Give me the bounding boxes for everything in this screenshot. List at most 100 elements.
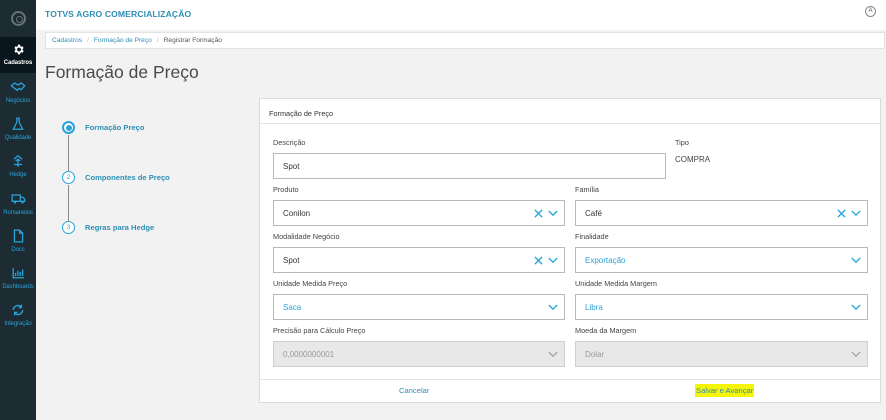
breadcrumb-formacao-preco[interactable]: Formação de Preço — [94, 37, 152, 44]
bar-chart-icon — [9, 265, 27, 281]
precisao-label: Precisão para Cálculo Preço — [273, 326, 366, 335]
unidade-preco-value: Saca — [283, 302, 302, 312]
sidebar-item-integracao[interactable]: Integração — [0, 298, 36, 334]
select-actions — [534, 248, 558, 272]
select-actions — [837, 201, 861, 225]
familia-label: Família — [575, 185, 599, 194]
breadcrumb: Cadastros / Formação de Preço / Registra… — [45, 32, 885, 49]
chevron-down-icon[interactable] — [548, 257, 558, 264]
chevron-down-icon[interactable] — [851, 210, 861, 217]
sidebar-item-dashboards[interactable]: Dashboards — [0, 261, 36, 297]
select-actions — [851, 248, 861, 272]
sidebar-item-label: Hedge — [9, 172, 27, 178]
produto-value: Conilon — [283, 208, 311, 218]
form-card-title: Formação de Preço — [269, 109, 334, 118]
modalidade-label: Modalidade Negócio — [273, 232, 340, 241]
sidebar-item-qualidade[interactable]: Qualidade — [0, 112, 36, 148]
step-label: Formação Preço — [85, 123, 145, 132]
finalidade-label: Finalidade — [575, 232, 609, 241]
descricao-value: Spot — [283, 161, 300, 171]
unidade-margem-value: Libra — [585, 302, 603, 312]
select-actions — [851, 342, 861, 366]
tipo-value: COMPRA — [675, 155, 711, 164]
sidebar-item-label: Dashboards — [2, 284, 34, 290]
chevron-down-icon — [548, 351, 558, 357]
stepper-connector — [68, 185, 69, 221]
sidebar-item-negocios[interactable]: Negócios — [0, 75, 36, 111]
logo-icon — [10, 10, 26, 26]
step-regras-hedge[interactable]: 3 Regras para Hedge — [62, 221, 154, 234]
precisao-select: 0,0000000001 — [273, 341, 565, 367]
chevron-down-icon[interactable] — [548, 210, 558, 217]
step-label: Regras para Hedge — [85, 223, 155, 232]
select-actions — [851, 295, 861, 319]
unidade-preco-label: Unidade Medida Preço — [273, 279, 348, 288]
page-title: Formação de Preço — [45, 62, 199, 82]
familia-select[interactable]: Café — [575, 200, 868, 226]
chevron-down-icon[interactable] — [851, 304, 861, 311]
familia-value: Café — [585, 208, 602, 218]
sidebar-item-docs[interactable]: Docs — [0, 224, 36, 260]
chevron-down-icon — [851, 351, 861, 357]
step-componentes-preco[interactable]: 2 Componentes de Preço — [62, 171, 170, 184]
gear-icon — [9, 41, 27, 57]
hedge-icon — [9, 153, 27, 169]
app-title[interactable]: TOTVS AGRO COMERCIALIZAÇÃO — [45, 9, 191, 19]
sidebar-item-hedge[interactable]: Hedge — [0, 149, 36, 185]
sync-icon — [9, 302, 27, 318]
modalidade-select[interactable]: Spot — [273, 247, 565, 273]
sidebar: Cadastros Negócios Qualidade Hedge Roman… — [0, 0, 36, 420]
produto-select[interactable]: Conilon — [273, 200, 565, 226]
divider — [260, 123, 880, 124]
sidebar-item-label: Qualidade — [4, 135, 32, 141]
moeda-margem-select: Dolar — [575, 341, 868, 367]
step-formacao-preco[interactable]: Formação Preço — [62, 121, 145, 134]
chevron-down-icon[interactable] — [851, 257, 861, 264]
cancel-button[interactable]: Cancelar — [399, 386, 429, 395]
document-icon — [9, 228, 27, 244]
sidebar-item-label: Integração — [4, 321, 32, 327]
sidebar-item-romaneios[interactable]: Romaneios — [0, 187, 36, 223]
finalidade-value: Exportação — [585, 255, 626, 265]
top-header: TOTVS AGRO COMERCIALIZAÇÃO A — [36, 0, 886, 30]
footer-divider — [260, 379, 880, 380]
sidebar-item-label: Cadastros — [3, 60, 33, 66]
breadcrumb-cadastros[interactable]: Cadastros — [52, 37, 82, 44]
handshake-icon — [9, 79, 27, 95]
clear-icon[interactable] — [837, 208, 846, 218]
sidebar-item-label: Negócios — [5, 98, 31, 104]
clear-icon[interactable] — [534, 255, 543, 265]
chevron-down-icon[interactable] — [548, 304, 558, 311]
descricao-input[interactable]: Spot — [273, 153, 666, 179]
step-number: 3 — [62, 221, 75, 234]
unidade-margem-select[interactable]: Libra — [575, 294, 868, 320]
select-actions — [548, 342, 558, 366]
moeda-margem-label: Moeda da Margem — [575, 326, 637, 335]
sidebar-item-cadastros[interactable]: Cadastros — [0, 37, 36, 73]
tipo-label: Tipo — [675, 138, 689, 147]
breadcrumb-current: Registrar Formação — [163, 37, 222, 44]
clear-icon[interactable] — [534, 208, 543, 218]
select-actions — [534, 201, 558, 225]
step-active-indicator — [62, 121, 75, 134]
save-and-next-button[interactable]: Salvar e Avançar — [695, 384, 755, 397]
precisao-value: 0,0000000001 — [283, 349, 335, 359]
form-card: Formação de Preço Descrição Spot Tipo CO… — [259, 98, 881, 403]
unidade-margem-label: Unidade Medida Margem — [575, 279, 657, 288]
descricao-label: Descrição — [273, 138, 306, 147]
stepper-connector — [68, 135, 69, 172]
user-avatar[interactable]: A — [865, 6, 876, 17]
flask-icon — [9, 116, 27, 132]
produto-label: Produto — [273, 185, 299, 194]
modalidade-value: Spot — [283, 255, 300, 265]
step-number: 2 — [62, 171, 75, 184]
breadcrumb-separator: / — [87, 37, 89, 44]
step-label: Componentes de Preço — [85, 173, 170, 182]
sidebar-item-label: Romaneios — [3, 210, 33, 216]
sidebar-item-label: Docs — [11, 247, 25, 253]
unidade-preco-select[interactable]: Saca — [273, 294, 565, 320]
finalidade-select[interactable]: Exportação — [575, 247, 868, 273]
select-actions — [548, 295, 558, 319]
moeda-margem-value: Dolar — [585, 349, 605, 359]
app-logo[interactable] — [0, 0, 36, 36]
